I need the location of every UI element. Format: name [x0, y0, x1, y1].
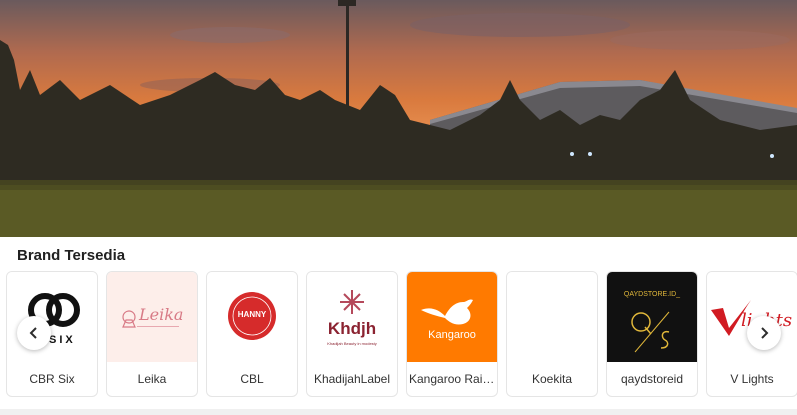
svg-text:Leika: Leika: [138, 305, 183, 324]
brand-name: Leika: [137, 372, 167, 386]
brand-logo: Kangaroo: [407, 272, 497, 362]
brand-name: Kangaroo Rain...: [409, 372, 497, 386]
carousel-prev-button[interactable]: [17, 316, 51, 350]
v-lights-logo: lights: [711, 300, 792, 336]
khadijah-logo: Khdjh Khadijah Beauty in modesty: [327, 290, 377, 346]
brand-name: Koekita: [531, 372, 573, 386]
svg-text:SIX: SIX: [49, 334, 76, 346]
brand-name: V Lights: [730, 372, 774, 386]
brand-logo: [507, 272, 597, 362]
svg-text:HANNY: HANNY: [238, 310, 267, 319]
brand-carousel: SIX CBR Six Leika Leika HANNY CBL Khdjh …: [6, 271, 797, 397]
carousel-next-button[interactable]: [747, 316, 781, 350]
brand-card-cbl[interactable]: HANNY CBL: [206, 271, 298, 397]
brand-card-qaydstoreid[interactable]: QAYDSTORE.ID_ qaydstoreid: [606, 271, 698, 397]
brand-logo: Khdjh Khadijah Beauty in modesty: [307, 272, 397, 362]
brand-logo: lights: [707, 272, 797, 362]
leika-logo: Leika: [122, 305, 183, 328]
brand-logo: QAYDSTORE.ID_: [607, 272, 697, 362]
brand-name: qaydstoreid: [620, 372, 684, 386]
svg-text:Khdjh: Khdjh: [328, 319, 376, 338]
svg-text:Khadijah Beauty in modesty: Khadijah Beauty in modesty: [327, 341, 377, 346]
hero-banner[interactable]: [0, 0, 797, 237]
brand-card-leika[interactable]: Leika Leika: [106, 271, 198, 397]
brand-logo: Leika: [107, 272, 197, 362]
brand-logo: HANNY: [207, 272, 297, 362]
brand-name: CBL: [240, 372, 264, 386]
brand-card-khadijahlabel[interactable]: Khdjh Khadijah Beauty in modesty Khadija…: [306, 271, 398, 397]
section-title: Brand Tersedia: [17, 247, 126, 264]
brand-card-koekita[interactable]: Koekita: [506, 271, 598, 397]
chevron-left-icon: [29, 327, 37, 339]
brand-name: KhadijahLabel: [313, 372, 391, 386]
section-divider: [0, 409, 797, 415]
svg-text:QAYDSTORE.ID_: QAYDSTORE.ID_: [624, 291, 680, 298]
brand-name: CBR Six: [29, 372, 75, 386]
kangaroo-logo: Kangaroo: [421, 299, 476, 341]
hanny-logo: HANNY: [228, 292, 276, 340]
sunset-photo: [0, 0, 797, 237]
cbr-six-logo: SIX: [28, 293, 80, 346]
qaydstore-logo: QAYDSTORE.ID_: [624, 291, 680, 353]
brand-section: Brand Tersedia SIX CBR Six Leika Leika H…: [0, 237, 797, 415]
chevron-right-icon: [761, 327, 769, 339]
brand-logo: SIX: [7, 272, 97, 362]
brand-card-kangaroo[interactable]: Kangaroo Kangaroo Rain...: [406, 271, 498, 397]
svg-text:Kangaroo: Kangaroo: [428, 329, 476, 341]
